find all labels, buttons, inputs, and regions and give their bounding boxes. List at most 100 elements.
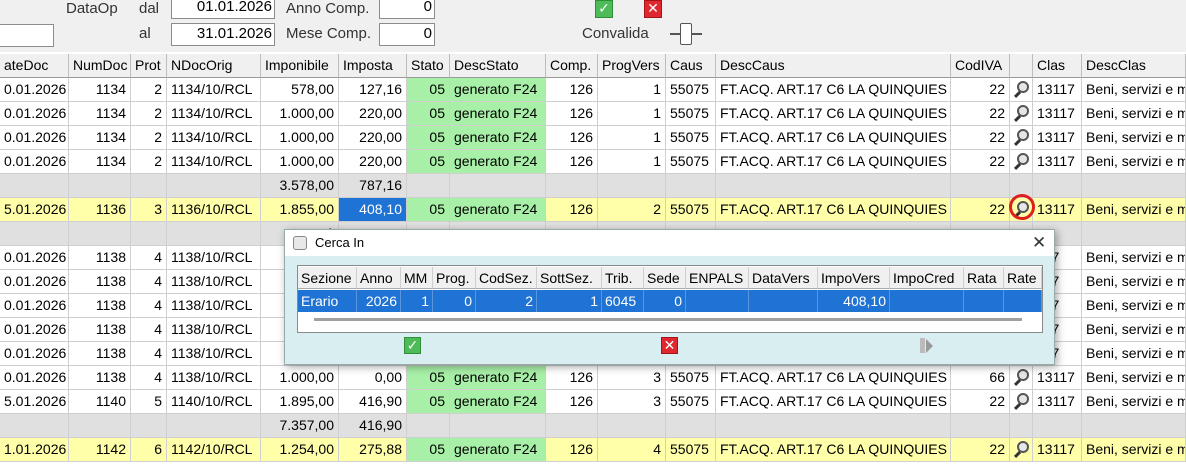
- cell-imponibile[interactable]: 578,00: [261, 78, 339, 102]
- cell-numdoc[interactable]: 1138: [69, 294, 131, 318]
- cell-descstato[interactable]: [450, 414, 546, 438]
- cell-lookup[interactable]: [1010, 126, 1033, 150]
- cell-codiva[interactable]: 22: [951, 102, 1010, 126]
- cell-desccaus[interactable]: FT.ACQ. ART.17 C6 LA QUINQUIES: [716, 390, 951, 414]
- cell-descclas[interactable]: [1082, 414, 1186, 438]
- cell-prot[interactable]: 2: [131, 126, 167, 150]
- cell-imponibile[interactable]: 1.000,00: [261, 126, 339, 150]
- cell-numdoc[interactable]: 1134: [69, 126, 131, 150]
- cell-desccaus[interactable]: FT.ACQ. ART.17 C6 LA QUINQUIES: [716, 150, 951, 174]
- cell-imposta[interactable]: 220,00: [339, 102, 407, 126]
- column-header-codiva[interactable]: CodIVA: [951, 54, 1010, 78]
- dialog-column-header[interactable]: ImpoVers: [818, 267, 890, 289]
- cell-imposta[interactable]: 0,00: [339, 366, 407, 390]
- cell-prot[interactable]: 2: [131, 102, 167, 126]
- cell-stato[interactable]: [407, 414, 450, 438]
- cell-codiva[interactable]: 22: [951, 78, 1010, 102]
- dialog-cell[interactable]: 2: [476, 290, 537, 312]
- cell-descclas[interactable]: Beni, servizi e m: [1082, 342, 1186, 366]
- cancel-button[interactable]: ✕: [644, 0, 662, 18]
- dialog-cell[interactable]: 0: [644, 290, 686, 312]
- cell-prot[interactable]: 2: [131, 78, 167, 102]
- cell-prot[interactable]: 6: [131, 438, 167, 462]
- cell-descstato[interactable]: generato F24: [450, 390, 546, 414]
- dialog-column-header[interactable]: Prog.: [433, 267, 476, 289]
- cell-comp[interactable]: 126: [546, 366, 598, 390]
- cell-descclas[interactable]: Beni, servizi e m: [1082, 102, 1186, 126]
- cell-imponibile[interactable]: 1.000,00: [261, 366, 339, 390]
- cell-datadoc[interactable]: 0.01.2026: [0, 78, 69, 102]
- filter-input[interactable]: [0, 24, 54, 47]
- cell-progvers[interactable]: 1: [598, 102, 666, 126]
- dialog-column-header[interactable]: Rata: [964, 267, 1004, 289]
- cell-prot[interactable]: [131, 414, 167, 438]
- cell-progvers[interactable]: [598, 414, 666, 438]
- cell-datadoc[interactable]: 5.01.2026: [0, 390, 69, 414]
- cell-progvers[interactable]: 4: [598, 438, 666, 462]
- dialog-cell[interactable]: 2026: [357, 290, 401, 312]
- dialog-cell[interactable]: [749, 290, 818, 312]
- cell-ndocorig[interactable]: [167, 222, 261, 246]
- dialog-grid-row[interactable]: Erario 2026 1 0 2 1 6045 0 408,10: [298, 290, 1042, 312]
- table-row[interactable]: 0.01.2026 1134 2 1134/10/RCL 578,00 127,16 05 g…: [0, 78, 1186, 102]
- cell-datadoc[interactable]: 0.01.2026: [0, 318, 69, 342]
- column-header-progvers[interactable]: ProgVers: [598, 54, 666, 78]
- cell-lookup[interactable]: [1010, 78, 1033, 102]
- cell-prot[interactable]: 4: [131, 366, 167, 390]
- cell-imponibile[interactable]: 7.357,00: [261, 414, 339, 438]
- cell-ndocorig[interactable]: [167, 174, 261, 198]
- column-header-datadoc[interactable]: ateDoc: [0, 54, 69, 78]
- cell-clas[interactable]: 13117: [1033, 390, 1082, 414]
- cell-descclas[interactable]: Beni, servizi e m: [1082, 294, 1186, 318]
- cell-descstato[interactable]: generato F24: [450, 438, 546, 462]
- dialog-confirm-button[interactable]: ✓: [404, 337, 421, 354]
- cell-imposta[interactable]: 408,10: [339, 198, 407, 222]
- cell-imposta[interactable]: 275,88: [339, 438, 407, 462]
- cell-caus[interactable]: [666, 414, 716, 438]
- table-row[interactable]: 0.01.2026 1134 2 1134/10/RCL 1.000,00 220,00 0…: [0, 102, 1186, 126]
- table-row[interactable]: 0.01.2026 1134 2 1134/10/RCL 1.000,00 220,00 0…: [0, 150, 1186, 174]
- cell-descclas[interactable]: [1082, 174, 1186, 198]
- cell-numdoc[interactable]: [69, 222, 131, 246]
- cell-datadoc[interactable]: [0, 414, 69, 438]
- cell-ndocorig[interactable]: 1142/10/RCL: [167, 438, 261, 462]
- cell-desccaus[interactable]: FT.ACQ. ART.17 C6 LA QUINQUIES: [716, 102, 951, 126]
- dialog-column-header[interactable]: Sezione: [298, 267, 357, 289]
- magnifier-icon[interactable]: [1013, 392, 1032, 411]
- cell-comp[interactable]: 126: [546, 78, 598, 102]
- cell-comp[interactable]: 126: [546, 438, 598, 462]
- cell-progvers[interactable]: 3: [598, 366, 666, 390]
- cell-caus[interactable]: 55075: [666, 126, 716, 150]
- magnifier-icon[interactable]: [1013, 368, 1032, 387]
- cell-imposta[interactable]: 416,90: [339, 414, 407, 438]
- cell-datadoc[interactable]: 0.01.2026: [0, 294, 69, 318]
- cell-stato[interactable]: 05: [407, 126, 450, 150]
- cell-clas[interactable]: 13117: [1033, 78, 1082, 102]
- cell-desccaus[interactable]: FT.ACQ. ART.17 C6 LA QUINQUIES: [716, 78, 951, 102]
- cell-descstato[interactable]: generato F24: [450, 150, 546, 174]
- cell-lookup[interactable]: [1010, 102, 1033, 126]
- cell-desccaus[interactable]: FT.ACQ. ART.17 C6 LA QUINQUIES: [716, 198, 951, 222]
- cell-descstato[interactable]: [450, 174, 546, 198]
- cell-comp[interactable]: [546, 174, 598, 198]
- cell-ndocorig[interactable]: 1138/10/RCL: [167, 294, 261, 318]
- cell-imponibile[interactable]: 1.254,00: [261, 438, 339, 462]
- cell-stato[interactable]: 05: [407, 150, 450, 174]
- dialog-column-header[interactable]: Anno: [357, 267, 401, 289]
- cell-caus[interactable]: 55075: [666, 78, 716, 102]
- magnifier-icon[interactable]: [1013, 80, 1032, 99]
- dialog-cell[interactable]: Erario: [298, 290, 357, 312]
- cell-stato[interactable]: [407, 174, 450, 198]
- cell-caus[interactable]: 55075: [666, 198, 716, 222]
- cell-stato[interactable]: 05: [407, 390, 450, 414]
- dialog-cell[interactable]: 408,10: [818, 290, 890, 312]
- cell-progvers[interactable]: 1: [598, 78, 666, 102]
- cell-descclas[interactable]: Beni, servizi e m: [1082, 150, 1186, 174]
- cell-prot[interactable]: 2: [131, 150, 167, 174]
- column-header-prot[interactable]: Prot: [131, 54, 167, 78]
- cell-lookup[interactable]: [1010, 438, 1033, 462]
- cell-caus[interactable]: 55075: [666, 102, 716, 126]
- cell-descclas[interactable]: Beni, servizi e m: [1082, 390, 1186, 414]
- cell-codiva[interactable]: [951, 414, 1010, 438]
- column-header-ndocorig[interactable]: NDocOrig: [167, 54, 261, 78]
